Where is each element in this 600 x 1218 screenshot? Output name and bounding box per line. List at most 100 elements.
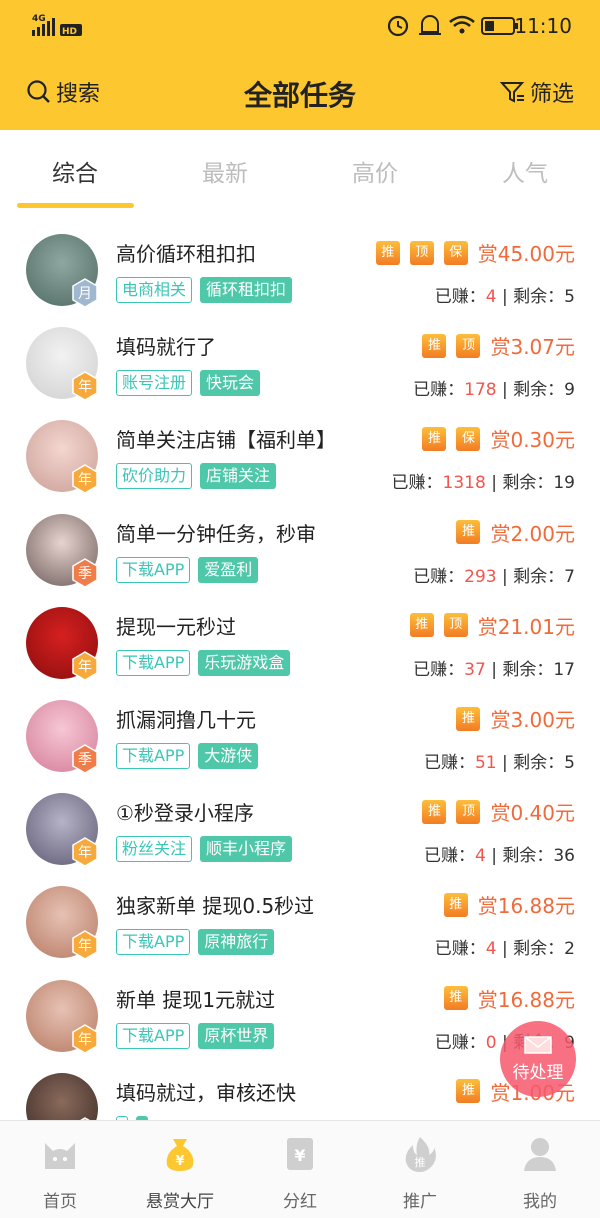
remaining-label: | 剩余：	[496, 939, 565, 960]
app-tag: 快玩会	[200, 370, 261, 397]
task-stats: 已赚：1318 | 剩余：19	[392, 468, 575, 493]
filter-icon	[499, 82, 525, 103]
tab-popularity[interactable]: 人气	[450, 154, 600, 188]
remaining-count: 5	[564, 287, 575, 307]
tab-high-price[interactable]: 高价	[300, 154, 450, 188]
task-tags: 下载APP 原杯世界	[116, 1022, 275, 1049]
nav-reward-hall-label: 悬赏大厅	[146, 1192, 214, 1212]
member-level-badge: 年	[70, 1023, 100, 1054]
task-item[interactable]: 年 ①秒登录小程序 粉丝关注 顺丰小程序 推顶赏0.40元 已赚：4 | 剩余：36	[0, 781, 600, 874]
pending-float-button[interactable]: 待处理	[500, 1021, 576, 1097]
svg-text:推: 推	[415, 1155, 426, 1169]
member-level-badge: 年	[70, 930, 100, 961]
status-icons	[387, 15, 518, 37]
category-tag: 下载APP	[116, 929, 191, 956]
envelope-icon	[524, 1036, 552, 1054]
member-level-badge: 年	[70, 371, 100, 402]
clock-time: 11:10	[514, 14, 572, 38]
task-title: ①秒登录小程序	[116, 801, 254, 826]
task-reward-area: 推保赏0.30元	[412, 424, 575, 453]
member-level-badge: 季	[70, 744, 100, 774]
bottom-nav: 首页 ¥ 悬赏大厅 ¥ 分红 推 推广 我的	[0, 1120, 600, 1218]
task-reward-area: 推顶赏3.07元	[412, 331, 575, 360]
tab-comprehensive[interactable]: 综合	[0, 154, 150, 188]
app-tag: 原杯世界	[198, 1022, 275, 1049]
task-tags: 砍价助力 店铺关注	[116, 463, 277, 490]
nav-bar: 搜索 全部任务 筛选	[0, 62, 600, 122]
reward-amount: 赏21.01元	[477, 614, 575, 639]
earned-label: 已赚：	[413, 659, 465, 680]
nav-reward-hall[interactable]: ¥ 悬赏大厅	[120, 1121, 240, 1218]
recommend-icon: 推	[443, 986, 468, 1011]
task-item[interactable]: 月 高价循环租扣扣 电商相关 循环租扣扣 推顶保赏45.00元 已赚：4 | 剩余：5	[0, 222, 600, 315]
remaining-count: 9	[564, 380, 575, 401]
task-title: 简单一分钟任务，秒审	[116, 521, 316, 546]
task-item[interactable]: 年 独家新单 提现0.5秒过 下载APP 原神旅行 推赏16.88元 已赚：4 | 剩余：…	[0, 874, 600, 967]
task-title: 填码就行了	[116, 335, 216, 360]
earned-count: 1318	[442, 473, 486, 494]
earned-label: 已赚：	[423, 846, 475, 867]
tab-newest[interactable]: 最新	[150, 154, 300, 188]
nav-dividend[interactable]: ¥ 分红	[240, 1121, 360, 1218]
task-title: 填码就过，审核还快	[116, 1080, 296, 1105]
task-item[interactable]: 年 提现一元秒过 下载APP 乐玩游戏盒 推顶赏21.01元 已赚：37 | 剩余：17	[0, 595, 600, 688]
sort-tabs: 综合 最新 高价 人气	[0, 130, 600, 212]
active-tab-indicator	[17, 203, 134, 208]
yen-card-icon: ¥	[287, 1138, 313, 1170]
top-icon: 顶	[443, 613, 468, 638]
task-stats: 已赚：293 | 剩余：7	[413, 562, 575, 587]
task-item[interactable]: 季 抓漏洞撸几十元 下载APP 大游侠 推赏3.00元 已赚：51 | 剩余：5	[0, 688, 600, 781]
recommend-icon: 推	[375, 240, 400, 265]
task-tags: 电商相关 循环租扣扣	[116, 277, 293, 303]
category-tag: 砍价助力	[116, 463, 193, 490]
task-tags: 账号注册 快玩会	[116, 370, 261, 397]
recommend-icon: 推	[456, 520, 481, 545]
filter-button[interactable]: 筛选	[499, 76, 574, 108]
earned-label: 已赚：	[413, 380, 465, 401]
nav-home[interactable]: 首页	[0, 1121, 120, 1218]
guarantee-icon: 保	[443, 240, 468, 265]
earned-label: 已赚：	[434, 939, 486, 960]
task-item[interactable]: 年 简单关注店铺【福利单】 砍价助力 店铺关注 推保赏0.30元已赚：1318 | 剩余…	[0, 408, 600, 501]
nav-promote[interactable]: 推 推广	[360, 1121, 480, 1218]
task-item[interactable]: 年 填码就行了账号注册 快玩会 推顶赏3.07元已赚：178 | 剩余：9	[0, 315, 600, 408]
reward-amount: 赏3.07元	[490, 335, 575, 360]
remaining-count: 17	[553, 659, 575, 680]
task-stats: 已赚：178 | 剩余：9	[413, 375, 575, 400]
badge-label: 季	[78, 752, 92, 768]
remaining-label: | 剩余：	[496, 287, 565, 307]
reward-amount: 赏0.40元	[490, 801, 575, 826]
reward-amount: 赏16.88元	[477, 987, 575, 1012]
task-tags: 下载APP 乐玩游戏盒	[116, 649, 291, 676]
task-stats: 已赚：4 | 剩余：2	[435, 934, 575, 959]
task-title: 简单关注店铺【福利单】	[116, 428, 336, 453]
category-tag: 下载APP	[116, 556, 191, 583]
earned-count: 178	[464, 380, 497, 401]
remaining-count: 7	[564, 566, 575, 587]
earned-count: 4	[485, 287, 497, 307]
remaining-label: | 剩余：	[485, 659, 554, 680]
remaining-count: 2	[564, 939, 575, 960]
task-item[interactable]: 季 简单一分钟任务，秒审 下载APP 爱盈利 推赏2.00元 已赚：293 | 剩余：7	[0, 502, 600, 595]
wifi-icon	[449, 15, 475, 34]
member-level-badge: 季	[70, 557, 100, 588]
earned-count: 4	[485, 939, 497, 960]
recommend-icon: 推	[409, 613, 434, 638]
earned-count: 0	[485, 1032, 497, 1053]
task-reward-area: 推赏16.88元	[434, 984, 575, 1013]
task-tags: 粉丝关注 顺丰小程序	[116, 836, 293, 863]
guarantee-icon: 保	[456, 426, 481, 451]
task-list: 月高价循环租扣扣 电商相关 循环租扣扣推顶保赏45.00元 已赚：4 | 剩余：5 年填…	[0, 218, 600, 1120]
remaining-label: | 剩余：	[496, 380, 565, 401]
member-level-badge: 年	[70, 464, 100, 495]
nav-profile[interactable]: 我的	[480, 1121, 600, 1218]
task-tags: 下载APP 原神旅行	[116, 929, 275, 956]
recommend-icon: 推	[422, 426, 447, 451]
app-tag: 乐玩游戏盒	[198, 649, 291, 676]
svg-text:HD: HD	[62, 27, 77, 37]
bell-mute-icon	[419, 15, 441, 35]
task-reward-area: 推顶赏0.40元	[412, 797, 575, 826]
task-title: 新单 提现1元就过	[116, 987, 276, 1012]
earned-label: 已赚：	[423, 753, 475, 773]
app-tag: 顺丰小程序	[200, 836, 293, 863]
